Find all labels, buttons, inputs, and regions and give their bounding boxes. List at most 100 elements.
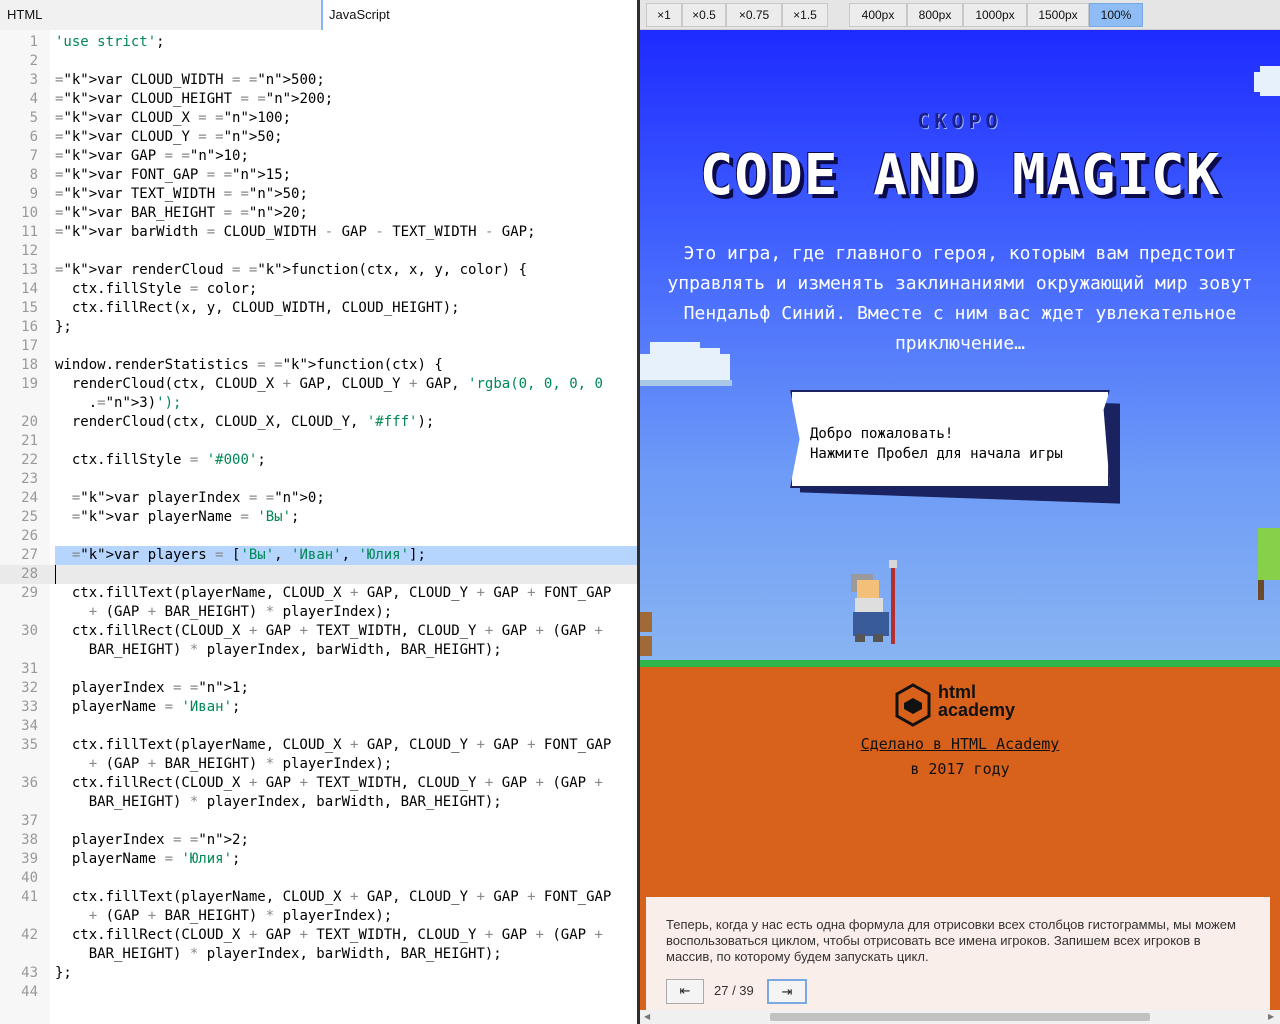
line-number: 10: [21, 205, 38, 221]
tab-html[interactable]: HTML: [0, 0, 321, 30]
code-line[interactable]: 31: [0, 660, 637, 679]
code-line[interactable]: 10 ="k">var BAR_HEIGHT = ="n">20;: [0, 204, 637, 223]
code-line[interactable]: BAR_HEIGHT) * playerIndex, barWidth, BAR…: [0, 945, 637, 964]
line-number: 9: [29, 186, 38, 202]
code-line[interactable]: 32 playerIndex = ="n">1;: [0, 679, 637, 698]
code-line[interactable]: + (GAP + BAR_HEIGHT) * playerIndex);: [0, 755, 637, 774]
code-line[interactable]: 19 renderCloud(ctx, CLOUD_X + GAP, CLOUD…: [0, 375, 637, 394]
wizard-icon: [851, 560, 897, 644]
code-line[interactable]: 4 ="k">var CLOUD_HEIGHT = ="n">200;: [0, 90, 637, 109]
code-line[interactable]: 18 window.renderStatistics = ="k">functio…: [0, 356, 637, 375]
code-line[interactable]: 20 renderCloud(ctx, CLOUD_X, CLOUD_Y, '#…: [0, 413, 637, 432]
scale-0-75-button[interactable]: ×0.75: [726, 3, 782, 27]
line-number: 35: [21, 737, 38, 753]
code-line[interactable]: 24 ="k">var playerIndex = ="n">0;: [0, 489, 637, 508]
code-line[interactable]: 2: [0, 52, 637, 71]
code-line[interactable]: 1 'use strict';: [0, 33, 637, 52]
code-line[interactable]: 42 ctx.fillRect(CLOUD_X + GAP + TEXT_WID…: [0, 926, 637, 945]
scroll-left-icon[interactable]: ◀: [644, 1012, 650, 1021]
code-line[interactable]: 8 ="k">var FONT_GAP = ="n">15;: [0, 166, 637, 185]
code-line[interactable]: BAR_HEIGHT) * playerIndex, barWidth, BAR…: [0, 641, 637, 660]
code-line[interactable]: 43};: [0, 964, 637, 983]
code-line[interactable]: 28: [0, 565, 637, 584]
code-line[interactable]: 21: [0, 432, 637, 451]
scale-1-5-button[interactable]: ×1.5: [782, 3, 828, 27]
code-text: ="k">var players = ['Вы', 'Иван', 'Юлия'…: [71, 547, 426, 563]
code-line[interactable]: 23: [0, 470, 637, 489]
code-line[interactable]: 38 playerIndex = ="n">2;: [0, 831, 637, 850]
code-line[interactable]: 30 ctx.fillRect(CLOUD_X + GAP + TEXT_WID…: [0, 622, 637, 641]
press-space-line: Нажмите Пробел для начала игры: [810, 446, 1063, 462]
code-line[interactable]: 11 ="k">var barWidth = CLOUD_WIDTH - GAP …: [0, 223, 637, 242]
scale-0-5-button[interactable]: ×0.5: [682, 3, 726, 27]
html-academy-link[interactable]: Сделано в HTML Academy: [861, 735, 1060, 753]
code-line[interactable]: 16};: [0, 318, 637, 337]
width-100-percent-button[interactable]: 100%: [1089, 3, 1143, 27]
code-text: BAR_HEIGHT) * playerIndex, barWidth, BAR…: [55, 794, 502, 810]
width-400-button[interactable]: 400px: [849, 3, 907, 27]
code-line[interactable]: 17: [0, 337, 637, 356]
line-number: 13: [21, 262, 38, 278]
scrollbar-thumb[interactable]: [770, 1013, 1150, 1021]
code-line[interactable]: 44: [0, 983, 637, 1002]
crate-icon: [640, 612, 652, 656]
html-academy-logo-icon: [895, 683, 931, 727]
code-text: playerName = 'Юлия';: [55, 851, 241, 867]
code-line[interactable]: 26: [0, 527, 637, 546]
code-line[interactable]: 25 ="k">var playerName = 'Вы';: [0, 508, 637, 527]
code-line[interactable]: 35 ctx.fillText(playerName, CLOUD_X + GA…: [0, 736, 637, 755]
code-text: ="k">var FONT_GAP = ="n">15;: [55, 167, 292, 183]
code-line[interactable]: 37: [0, 812, 637, 831]
code-line[interactable]: BAR_HEIGHT) * playerIndex, barWidth, BAR…: [0, 793, 637, 812]
code-line[interactable]: 40: [0, 869, 637, 888]
code-line[interactable]: 15 ctx.fillRect(x, y, CLOUD_WIDTH, CLOUD…: [0, 299, 637, 318]
code-line[interactable]: 33 playerName = 'Иван';: [0, 698, 637, 717]
prev-step-button[interactable]: ⇤: [666, 979, 704, 1004]
line-number: 16: [21, 319, 38, 335]
width-800-button[interactable]: 800px: [907, 3, 963, 27]
line-number: 39: [21, 851, 38, 867]
code-line[interactable]: .="n">3)');: [0, 394, 637, 413]
code-text: ="k">var CLOUD_HEIGHT = ="n">200;: [55, 91, 334, 107]
line-number: 21: [21, 433, 38, 449]
line-number: 41: [21, 889, 38, 905]
soon-label: СКОРО: [917, 109, 1003, 133]
next-step-button[interactable]: ⇥: [767, 979, 807, 1004]
horizontal-scrollbar[interactable]: ◀ ▶: [640, 1010, 1280, 1024]
code-line[interactable]: 12: [0, 242, 637, 261]
code-area[interactable]: 1'use strict'; 2 3 ="k">var CLOUD_WIDTH = =…: [0, 30, 637, 1024]
code-line[interactable]: + (GAP + BAR_HEIGHT) * playerIndex);: [0, 603, 637, 622]
year-text: в 2017 году: [910, 760, 1010, 778]
code-line[interactable]: 34: [0, 717, 637, 736]
code-text: ="k">var TEXT_WIDTH = ="n">50;: [55, 186, 308, 202]
line-number: 27: [21, 547, 38, 563]
code-text: .="n">3)');: [55, 395, 182, 411]
code-line[interactable]: 13 ="k">var renderCloud = ="k">function(c…: [0, 261, 637, 280]
code-line[interactable]: 7 ="k">var GAP = ="n">10;: [0, 147, 637, 166]
tree-icon: [1258, 528, 1280, 600]
code-line[interactable]: 39 playerName = 'Юлия';: [0, 850, 637, 869]
code-line[interactable]: + (GAP + BAR_HEIGHT) * playerIndex);: [0, 907, 637, 926]
code-text: window.renderStatistics = ="k">function(…: [55, 357, 443, 373]
code-line[interactable]: 3 ="k">var CLOUD_WIDTH = ="n">500;: [0, 71, 637, 90]
line-number: 44: [21, 984, 38, 1000]
logo-text: html academy: [938, 683, 1015, 719]
code-line[interactable]: 22 ctx.fillStyle = '#000';: [0, 451, 637, 470]
tab-javascript[interactable]: JavaScript: [321, 0, 637, 30]
code-line[interactable]: 9 ="k">var TEXT_WIDTH = ="n">50;: [0, 185, 637, 204]
width-1000-button[interactable]: 1000px: [963, 3, 1027, 27]
code-line[interactable]: 14 ctx.fillStyle = color;: [0, 280, 637, 299]
code-line[interactable]: 41 ctx.fillText(playerName, CLOUD_X + GA…: [0, 888, 637, 907]
scale-1-button[interactable]: ×1: [646, 3, 682, 27]
code-line[interactable]: 6 ="k">var CLOUD_Y = ="n">50;: [0, 128, 637, 147]
width-1500-button[interactable]: 1500px: [1027, 3, 1089, 27]
code-text: + (GAP + BAR_HEIGHT) * playerIndex);: [88, 908, 393, 924]
scroll-right-icon[interactable]: ▶: [1268, 1012, 1274, 1021]
code-line[interactable]: 27 ="k">var players = ['Вы', 'Иван', 'Юл…: [0, 546, 637, 565]
code-line[interactable]: 29 ctx.fillText(playerName, CLOUD_X + GA…: [0, 584, 637, 603]
code-text: playerIndex = ="n">1;: [55, 680, 249, 696]
lesson-text: Теперь, когда у нас есть одна формула дл…: [666, 917, 1236, 964]
code-text: ="k">var renderCloud = ="k">function(ctx…: [55, 262, 528, 278]
code-line[interactable]: 36 ctx.fillRect(CLOUD_X + GAP + TEXT_WID…: [0, 774, 637, 793]
code-line[interactable]: 5 ="k">var CLOUD_X = ="n">100;: [0, 109, 637, 128]
